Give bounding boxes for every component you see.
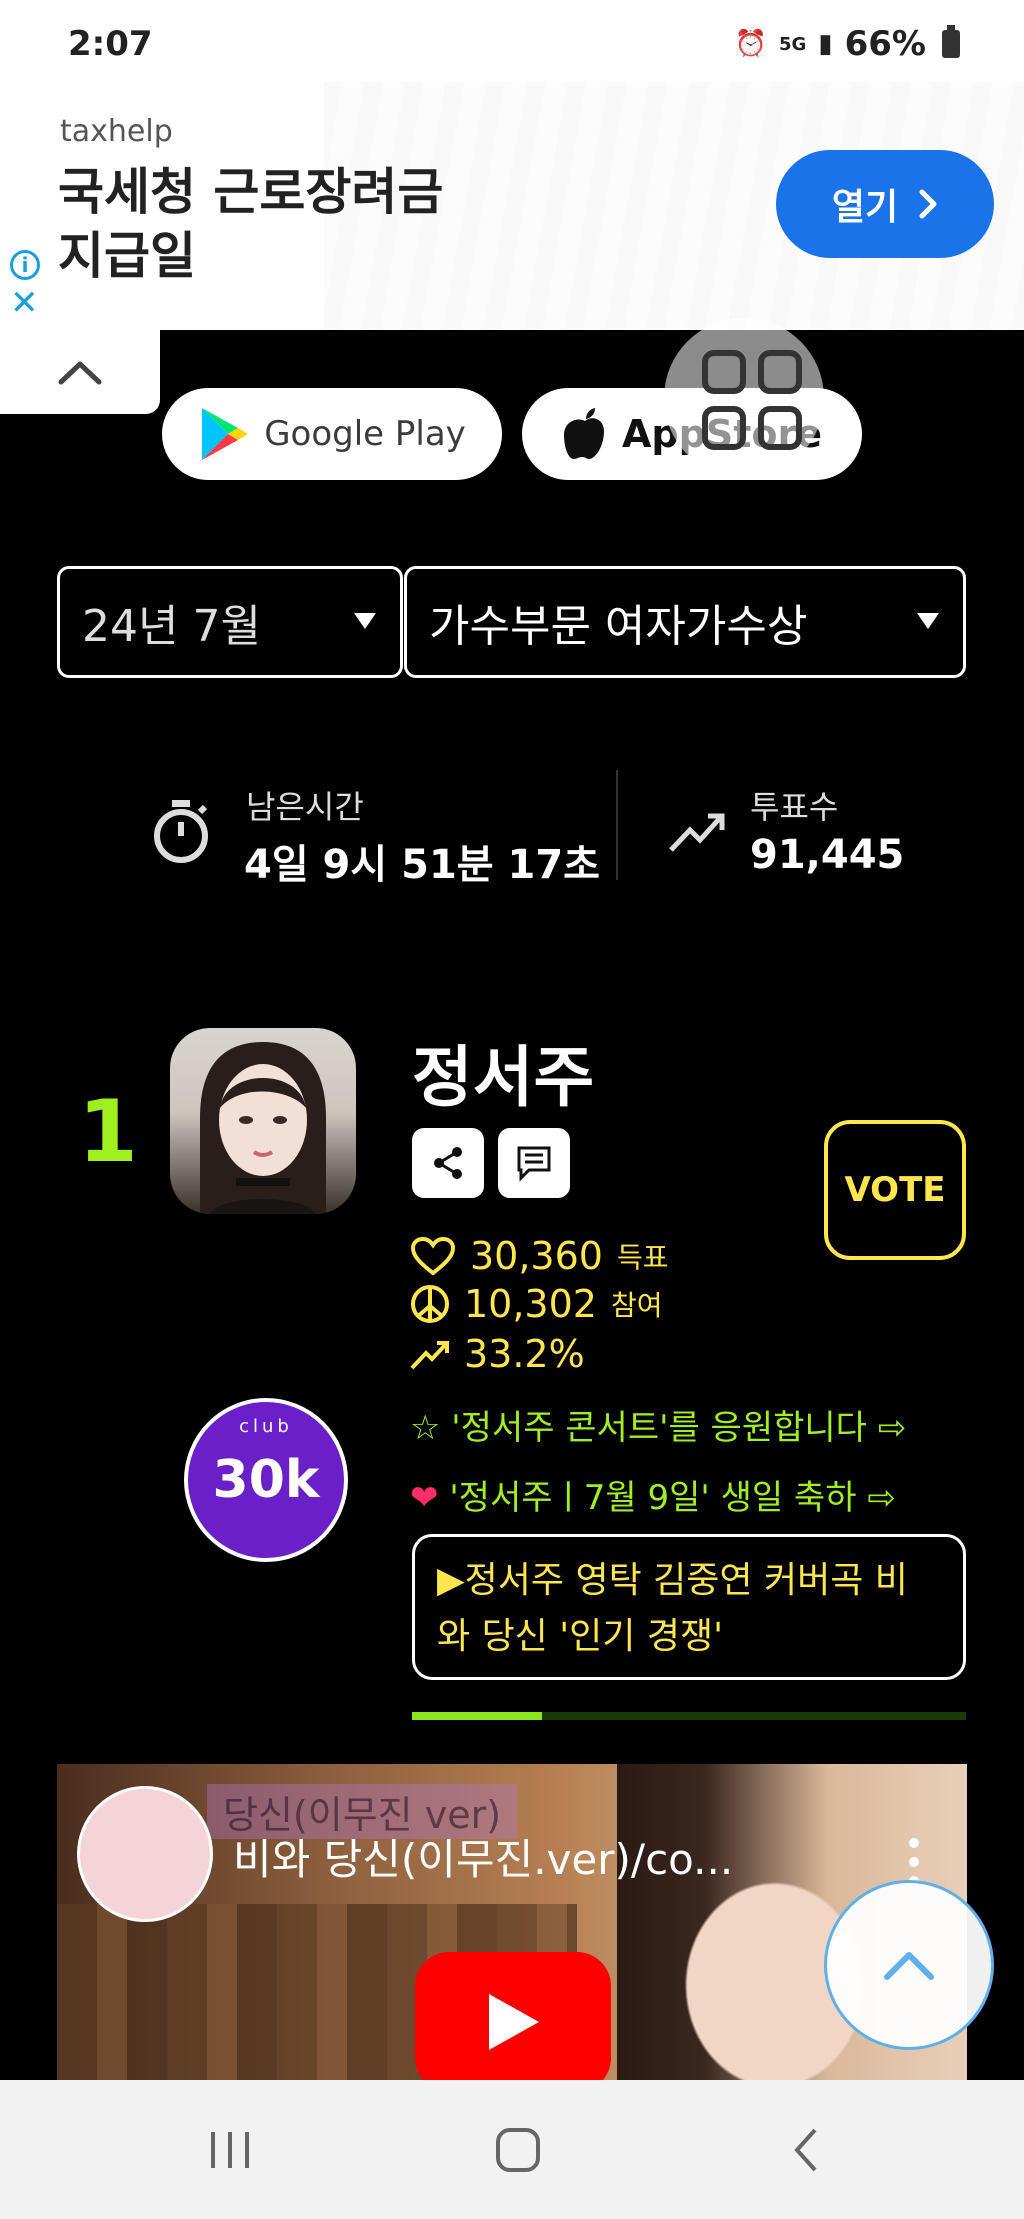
- home-button[interactable]: [488, 2120, 548, 2180]
- club-badge-label: club: [239, 1416, 293, 1437]
- peace-icon: [411, 1285, 449, 1323]
- status-time: 2:07: [68, 24, 153, 64]
- ad-headline-line1: 국세청 근로장려금: [58, 163, 444, 221]
- share-button[interactable]: [412, 1128, 484, 1198]
- comment-button[interactable]: [498, 1128, 570, 1198]
- vote-progress-fill: [412, 1712, 543, 1720]
- ad-open-label: 열기: [831, 187, 899, 228]
- club-badge-value: 30k: [212, 1450, 320, 1510]
- trending-up-icon: [410, 1341, 449, 1370]
- candidate-avatar[interactable]: [170, 1028, 356, 1214]
- news-link[interactable]: ▶정서주 영탁 김중연 커버곡 비와 당신 '인기 경쟁': [412, 1534, 966, 1680]
- cheer-link-concert[interactable]: ☆ '정서주 콘서트'를 응원합니다 ⇨: [410, 1400, 906, 1449]
- club-badge: club 30k: [184, 1398, 348, 1562]
- ad-headline: 국세청 근로장려금 지급일: [58, 160, 443, 288]
- system-navigation-bar: [0, 2080, 1024, 2219]
- youtube-video-embed[interactable]: 당신(이무진 ver) 비와 당신(이무진.ver)/co...: [57, 1764, 967, 2080]
- grid-square: [758, 406, 802, 450]
- share-icon: [434, 1147, 462, 1179]
- votes-label: 투표수: [750, 788, 839, 826]
- category-select-value: 가수부문 여자가수상: [429, 601, 808, 652]
- alarm-icon: ⏰: [734, 29, 767, 59]
- heart-icon: ❤: [410, 1478, 439, 1518]
- status-bar: 2:07 ⏰ 5G ▮ 66%: [0, 0, 1024, 82]
- back-icon: [794, 2128, 817, 2172]
- ad-open-button[interactable]: 열기: [776, 150, 994, 258]
- month-select[interactable]: 24년 7월: [57, 566, 403, 678]
- ad-close-icon[interactable]: ✕: [10, 286, 39, 320]
- ad-headline-line2: 지급일: [58, 227, 196, 285]
- chevron-right-icon: [919, 189, 937, 219]
- votes-received-count: 30,360: [470, 1234, 603, 1278]
- google-play-icon: [202, 408, 249, 460]
- category-select[interactable]: 가수부문 여자가수상: [404, 566, 966, 678]
- rank-number: 1: [78, 1082, 138, 1182]
- candidate-name: 정서주: [412, 1039, 595, 1116]
- battery-icon: [942, 25, 960, 58]
- network-icon: 5G: [778, 33, 807, 55]
- collapse-ad-button[interactable]: [0, 330, 160, 414]
- chevron-up-icon: [884, 1952, 934, 1980]
- google-play-label: Google Play: [264, 414, 466, 454]
- heart-outline-icon: [410, 1236, 456, 1276]
- dropdown-caret-icon: [917, 613, 939, 629]
- ad-banner[interactable]: taxhelp 국세청 근로장려금 지급일 열기 i ✕: [0, 82, 1024, 330]
- video-title[interactable]: 비와 당신(이무진.ver)/co...: [233, 1826, 733, 1887]
- portrait-image: [200, 1042, 326, 1214]
- grid-square: [702, 406, 746, 450]
- stopwatch-icon: [154, 800, 208, 863]
- home-icon: [496, 2128, 540, 2172]
- battery-percent: 66%: [844, 24, 926, 64]
- scroll-to-top-button[interactable]: [824, 1880, 994, 2050]
- votes-received-row: 30,360 득표: [410, 1234, 669, 1278]
- grid-square: [702, 350, 746, 394]
- dropdown-caret-icon: [354, 613, 376, 629]
- comment-icon: [517, 1146, 551, 1182]
- votes-received-unit: 득표: [616, 1241, 669, 1274]
- chevron-up-icon: [58, 361, 102, 385]
- apple-icon: [564, 408, 605, 459]
- trending-up-icon: [669, 813, 725, 852]
- remaining-time-label: 남은시간: [246, 788, 364, 826]
- stats-divider: [616, 770, 618, 880]
- play-icon: [489, 1994, 539, 2050]
- ad-brand: taxhelp: [60, 114, 173, 149]
- google-play-button[interactable]: Google Play: [162, 388, 502, 480]
- votes-value: 91,445: [750, 832, 905, 878]
- recent-apps-icon: [211, 2132, 249, 2168]
- share-percent: 33.2%: [464, 1332, 585, 1376]
- participants-count: 10,302: [464, 1282, 597, 1326]
- vote-stats: 남은시간 4일 9시 51분 17초 투표수 91,445: [0, 770, 1024, 888]
- month-select-value: 24년 7월: [82, 601, 261, 652]
- remaining-time-value: 4일 9시 51분 17초: [244, 842, 600, 888]
- status-icons: ⏰ 5G ▮ 66%: [735, 24, 960, 64]
- share-percent-row: 33.2%: [410, 1332, 585, 1376]
- vote-button[interactable]: VOTE: [824, 1120, 966, 1260]
- signal-icon: ▮: [818, 29, 833, 59]
- more-options-icon[interactable]: [909, 1838, 919, 1886]
- participants-unit: 참여: [610, 1289, 663, 1322]
- ad-info-icon[interactable]: i: [10, 250, 40, 280]
- channel-avatar[interactable]: [77, 1786, 213, 1922]
- floating-menu-icon[interactable]: [664, 318, 824, 478]
- vote-progress-bar: [412, 1712, 966, 1720]
- recent-apps-button[interactable]: [200, 2120, 260, 2180]
- back-button[interactable]: [776, 2120, 836, 2180]
- grid-square: [758, 350, 802, 394]
- participants-row: 10,302 참여: [410, 1282, 663, 1326]
- youtube-play-button[interactable]: [415, 1952, 611, 2080]
- cheer-link-birthday[interactable]: ❤ '정서주ㅣ7월 9일' 생일 축하 ⇨: [410, 1470, 896, 1519]
- cheer-birthday-text: '정서주ㅣ7월 9일' 생일 축하 ⇨: [449, 1478, 896, 1518]
